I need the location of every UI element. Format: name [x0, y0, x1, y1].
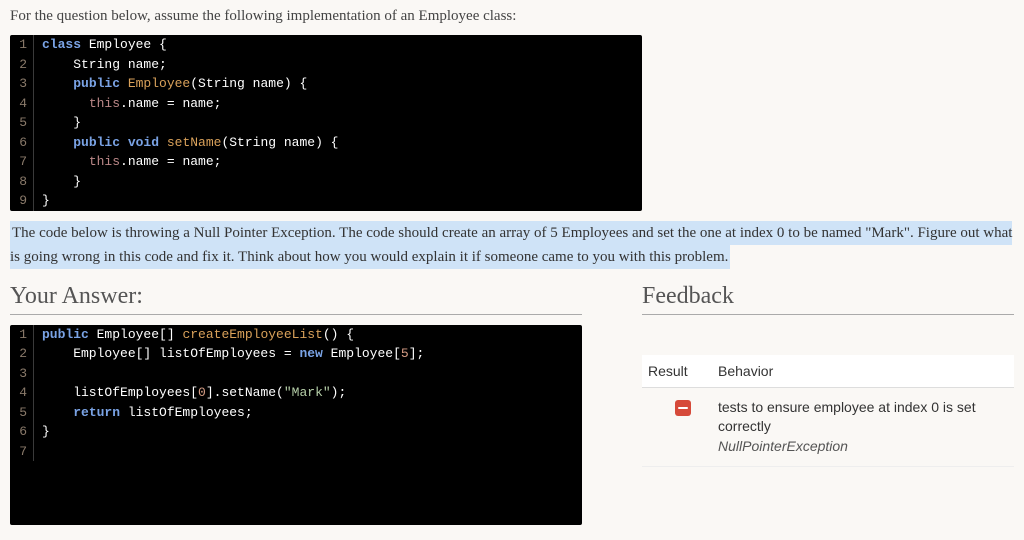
line-number: 5	[10, 113, 34, 133]
feedback-row: tests to ensure employee at index 0 is s…	[642, 388, 1014, 468]
line-content: }	[34, 113, 81, 133]
code-line: 4 listOfEmployees[0].setName("Mark");	[10, 383, 582, 403]
your-answer-heading: Your Answer:	[10, 283, 582, 315]
code-line: 7 this.name = name;	[10, 152, 642, 172]
code-line: 1class Employee {	[10, 35, 642, 55]
line-number: 3	[10, 364, 34, 384]
line-number: 1	[10, 35, 34, 55]
feedback-exception: NullPointerException	[718, 437, 1008, 457]
line-number: 4	[10, 383, 34, 403]
code-line: 4 this.name = name;	[10, 94, 642, 114]
question-prompt: The code below is throwing a Null Pointe…	[10, 221, 1014, 269]
code-line: 2 Employee[] listOfEmployees = new Emplo…	[10, 344, 582, 364]
line-content: }	[34, 422, 50, 442]
feedback-result-cell	[648, 398, 718, 416]
line-content: listOfEmployees[0].setName("Mark");	[34, 383, 346, 403]
line-content: Employee[] listOfEmployees = new Employe…	[34, 344, 424, 364]
code-line: 6 public void setName(String name) {	[10, 133, 642, 153]
line-content: public void setName(String name) {	[34, 133, 338, 153]
fail-icon	[675, 400, 691, 416]
question-intro: For the question below, assume the follo…	[10, 8, 1014, 25]
code-line: 5 }	[10, 113, 642, 133]
line-content	[34, 442, 42, 462]
line-content: }	[34, 172, 81, 192]
line-number: 6	[10, 133, 34, 153]
feedback-table: Result Behavior tests to ensure employee…	[642, 355, 1014, 468]
line-content: String name;	[34, 55, 167, 75]
code-line: 2 String name;	[10, 55, 642, 75]
line-content: class Employee {	[34, 35, 167, 55]
code-line: 9}	[10, 191, 642, 211]
line-number: 1	[10, 325, 34, 345]
feedback-behavior-cell: tests to ensure employee at index 0 is s…	[718, 398, 1008, 457]
feedback-heading: Feedback	[642, 283, 1014, 315]
line-content: }	[34, 191, 50, 211]
code-line: 8 }	[10, 172, 642, 192]
line-number: 2	[10, 55, 34, 75]
feedback-table-header: Result Behavior	[642, 355, 1014, 388]
line-number: 9	[10, 191, 34, 211]
code-line: 3 public Employee(String name) {	[10, 74, 642, 94]
feedback-col-result: Result	[648, 363, 718, 379]
line-number: 4	[10, 94, 34, 114]
code-line: 6}	[10, 422, 582, 442]
line-number: 2	[10, 344, 34, 364]
line-number: 3	[10, 74, 34, 94]
code-line: 5 return listOfEmployees;	[10, 403, 582, 423]
line-content: this.name = name;	[34, 152, 221, 172]
line-number: 8	[10, 172, 34, 192]
answer-code-editor[interactable]: 1public Employee[] createEmployeeList() …	[10, 325, 582, 525]
code-line: 3	[10, 364, 582, 384]
question-prompt-text: The code below is throwing a Null Pointe…	[10, 221, 1012, 269]
line-content: return listOfEmployees;	[34, 403, 253, 423]
line-content: public Employee[] createEmployeeList() {	[34, 325, 354, 345]
line-number: 7	[10, 442, 34, 462]
feedback-behavior-text: tests to ensure employee at index 0 is s…	[718, 399, 976, 435]
line-number: 6	[10, 422, 34, 442]
line-content: this.name = name;	[34, 94, 221, 114]
line-content: public Employee(String name) {	[34, 74, 307, 94]
code-line: 1public Employee[] createEmployeeList() …	[10, 325, 582, 345]
line-number: 5	[10, 403, 34, 423]
line-number: 7	[10, 152, 34, 172]
line-content	[34, 364, 42, 384]
code-line: 7	[10, 442, 582, 462]
given-code-block: 1class Employee {2 String name;3 public …	[10, 35, 642, 211]
feedback-col-behavior: Behavior	[718, 363, 1008, 379]
